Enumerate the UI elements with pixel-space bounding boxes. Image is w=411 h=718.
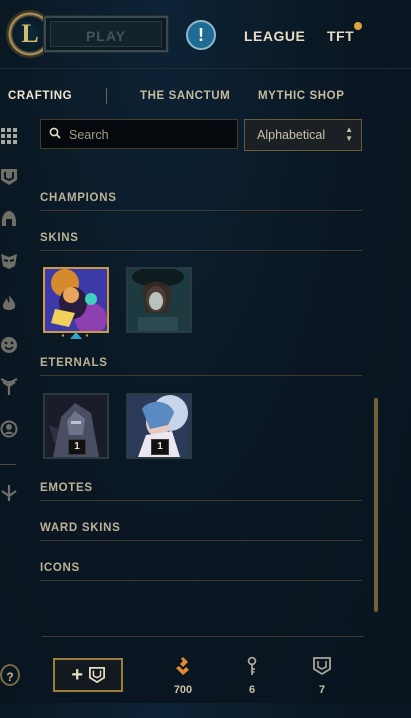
nav-league[interactable]: LEAGUE [244,28,305,44]
selection-dots [61,334,89,337]
mask-icon[interactable] [0,252,18,270]
key-fragment-value: 6 [248,684,256,696]
section-rule [40,375,362,376]
top-bar: L PLAY ! LEAGUE TFT [0,0,411,68]
play-label: PLAY [50,21,162,47]
tab-crafting[interactable]: CRAFTING [8,90,72,102]
search-box[interactable] [40,119,238,149]
section-rule [40,540,362,541]
section-skins[interactable]: SKINS [40,232,362,252]
eternal-tile[interactable]: 1 [126,393,192,459]
nav-tft[interactable]: TFT [327,28,354,44]
orange-essence-value: 700 [173,684,193,696]
tab-separator [106,88,107,104]
add-chest-button[interactable]: + [53,658,123,692]
help-icon[interactable]: ? [0,664,20,686]
divider [0,68,411,69]
plus-icon: + [71,664,84,686]
eternal-tile[interactable]: 1 [43,393,109,459]
skin-art [45,269,107,331]
sub-nav: CRAFTING THE SANCTUM MYTHIC SHOP [0,84,411,110]
sort-selected-value: Alphabetical [257,128,326,142]
chest-icon[interactable] [0,168,18,186]
skin-shard-tile[interactable] [126,267,192,333]
scrollbar[interactable] [374,398,378,612]
section-title: EMOTES [40,482,93,494]
play-button[interactable]: PLAY [43,15,169,53]
tab-mythic-shop[interactable]: MYTHIC SHOP [258,90,344,102]
section-icons[interactable]: ICONS [40,562,362,582]
sort-dropdown[interactable]: Alphabetical ▲ ▼ [244,119,362,151]
section-title: SKINS [40,232,79,244]
section-title: CHAMPIONS [40,192,117,204]
profile-icon[interactable] [0,420,18,438]
category-rail [0,118,22,718]
notification-dot [354,22,362,30]
item-count: 1 [68,439,86,455]
key-fragment-icon [247,656,257,675]
skin-shard-tile[interactable] [43,267,109,333]
section-rule [40,210,362,211]
grid-icon[interactable] [0,126,18,144]
search-input[interactable] [67,124,231,146]
flame-icon[interactable] [0,294,18,312]
section-title: ETERNALS [40,357,108,369]
section-ward-skins[interactable]: WARD SKINS [40,522,362,542]
orange-essence-icon [176,657,189,675]
section-rule [40,500,362,501]
chest-icon [313,657,331,676]
search-icon [49,127,61,139]
emote-face-icon[interactable] [0,336,18,354]
section-rule [40,250,362,251]
section-title: WARD SKINS [40,522,121,534]
ward-icon[interactable] [0,378,18,396]
rail-divider [0,464,16,465]
chevron-updown-icon: ▲ ▼ [345,125,353,143]
alert-icon[interactable]: ! [186,20,216,50]
chest-icon [88,667,105,684]
section-rule [40,580,362,581]
tab-the-sanctum[interactable]: THE SANCTUM [140,90,230,102]
section-eternals[interactable]: ETERNALS [40,357,362,377]
section-emotes[interactable]: EMOTES [40,482,362,502]
helmet-icon[interactable] [0,210,18,228]
chest-count-value: 7 [318,684,326,696]
item-count: 1 [151,439,169,455]
footer-divider [42,636,364,637]
skin-art [128,269,190,331]
sigil-icon[interactable] [0,484,18,502]
section-champions[interactable]: CHAMPIONS [40,192,362,212]
section-title: ICONS [40,562,80,574]
